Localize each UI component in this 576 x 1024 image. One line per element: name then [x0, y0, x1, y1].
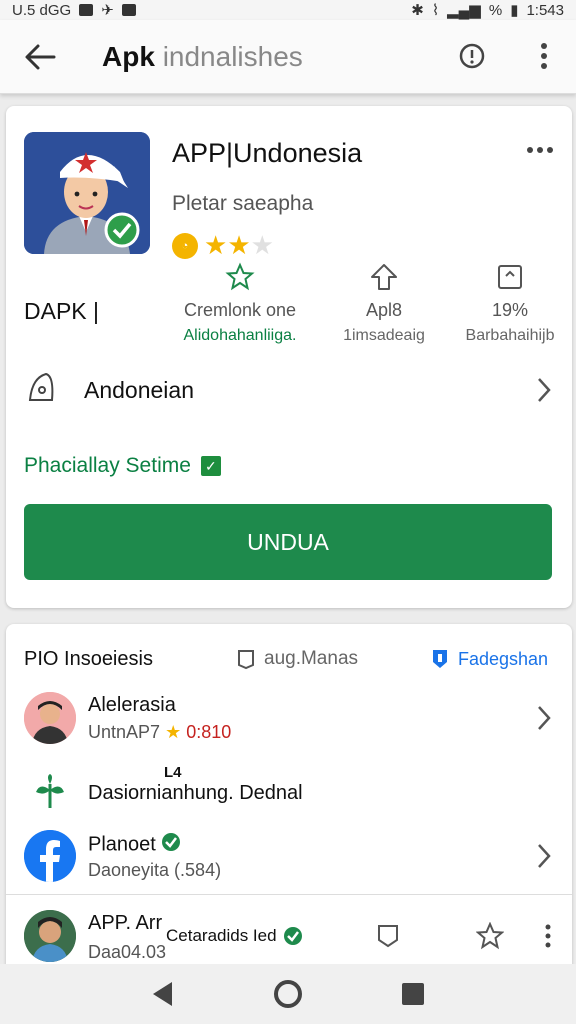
star-empty-icon: ★ — [250, 230, 274, 260]
system-nav-bar — [0, 964, 576, 1024]
list-item[interactable]: L4 Dasiornianhung. Dednal — [24, 764, 554, 814]
feature-text: Phaciallay Setime — [24, 454, 191, 477]
verified-icon — [161, 832, 181, 858]
chevron-right-icon — [534, 842, 554, 875]
nav-recents-icon[interactable] — [393, 974, 433, 1014]
stat-reviews: Cremlonk one Alidohahanliiga. — [170, 260, 310, 345]
feature-line: Phaciallay Setime ✓ — [24, 454, 221, 478]
list-item-rating: 0:810 — [186, 722, 232, 742]
notification-icon-2 — [121, 4, 136, 16]
back-arrow-icon[interactable] — [20, 37, 60, 77]
list-item-title: APP. Arr — [88, 912, 163, 934]
stat-percent-line1: 19% — [491, 300, 529, 320]
list-item-subtitle: Daoneyita (.584) — [88, 860, 222, 880]
nav-home-icon[interactable] — [268, 974, 308, 1014]
more-horiz-icon[interactable] — [524, 140, 556, 160]
signal-arrow-icon: ✈ — [101, 2, 114, 19]
section-link-label: Fadegshan — [458, 648, 549, 669]
stat-percent: 19% Barbahaihijb — [440, 260, 576, 345]
star-filled-icon: ★ — [227, 230, 251, 260]
star-outline-icon — [170, 260, 310, 294]
facebook-icon — [24, 830, 76, 882]
tag-outline-icon — [24, 370, 60, 411]
apk-label: DAPK | — [24, 298, 99, 324]
bluetooth-icon: ✱ — [411, 2, 424, 19]
list-item-tag-text: Cetaradids Ied — [166, 926, 277, 945]
clock: 1:543 — [526, 1, 564, 19]
leaf-icon — [32, 774, 68, 815]
list-item-tag: L4 — [164, 764, 182, 781]
install-button[interactable]: UNDUA — [24, 504, 552, 580]
verified-icon — [283, 927, 302, 945]
stat-size-line2: 1imsadeaig — [343, 327, 425, 344]
language-label: Andoneian — [84, 376, 194, 403]
notification-icon — [79, 4, 94, 16]
list-item-subtitle: UntnAP7 ★ 0:810 — [88, 722, 231, 743]
cellular-signal-icon: ▂▄▆ — [447, 2, 481, 19]
page-title: Apk indnalishes — [102, 41, 303, 73]
page-title-light: indnalishes — [162, 40, 303, 72]
framed-square-icon — [440, 260, 576, 294]
status-bar: U.5 dGG ✈ ✱ ⌇ ▂▄▆ % ▮ 1:543 — [0, 0, 576, 20]
language-row[interactable]: Andoneian — [24, 370, 554, 410]
star-filled-icon: ★ — [204, 230, 228, 260]
checkbox-icon: ✓ — [200, 456, 221, 476]
info-icon[interactable] — [456, 40, 488, 72]
battery-percent: % — [488, 1, 503, 19]
section-link[interactable]: Fadegshan — [430, 648, 548, 670]
overflow-menu-icon[interactable] — [530, 40, 558, 72]
section-filter[interactable]: aug.Manas — [236, 648, 358, 670]
app-name: APP|Undonesia — [172, 138, 363, 168]
app-icon — [24, 132, 150, 254]
shield-icon — [433, 650, 447, 668]
list-item-tag: Cetaradids Ied — [166, 926, 303, 946]
stat-reviews-line2: Alidohahanliiga. — [183, 327, 297, 344]
list-item[interactable]: Alelerasia UntnAP7 ★ 0:810 — [24, 690, 554, 746]
wifi-icon: ⌇ — [431, 2, 440, 19]
chevron-right-icon — [534, 376, 554, 409]
rating-badge-icon: ◔ — [172, 232, 198, 259]
rating-stars: ◔ ★★★ — [172, 232, 274, 259]
developer-name[interactable]: Pletar saeapha — [172, 192, 313, 216]
stat-reviews-line1: Cremlonk one — [183, 300, 297, 320]
avatar — [24, 692, 76, 744]
list-item-title: Alelerasia — [88, 694, 176, 716]
arrow-up-outline-icon — [314, 260, 454, 294]
divider — [6, 894, 572, 895]
star-outline-icon[interactable] — [475, 921, 505, 955]
list-item-title: Dasiornianhung. Dednal — [88, 782, 303, 804]
stat-percent-line2: Barbahaihijb — [465, 327, 555, 344]
list-item-title-text: Planoet — [88, 833, 156, 856]
list-item[interactable]: Planoet Daoneyita (.584) — [24, 828, 554, 884]
app-bar: Apk indnalishes — [0, 20, 576, 94]
section-filter-label: aug.Manas — [264, 648, 359, 669]
chevron-right-icon — [534, 704, 554, 737]
star-icon: ★ — [165, 722, 182, 742]
list-item-title: Planoet — [88, 832, 181, 858]
app-detail-card: APP|Undonesia Pletar saeapha ◔ ★★★ DAPK … — [6, 106, 572, 608]
list-item-subtitle-text: UntnAP7 — [88, 722, 161, 742]
avatar — [24, 910, 76, 962]
status-left-text: U.5 dGG — [12, 1, 72, 19]
page-title-bold: Apk — [102, 40, 155, 72]
bookmark-outline-icon[interactable] — [374, 922, 402, 955]
list-item-subtitle: Daa04.03 — [88, 942, 167, 962]
battery-icon: ▮ — [510, 2, 519, 19]
stat-size-line1: Apl8 — [365, 300, 403, 320]
tag-square-icon — [238, 650, 254, 670]
overflow-menu-icon[interactable] — [542, 922, 554, 955]
stat-size: Apl8 1imsadeaig — [314, 260, 454, 345]
list-item[interactable]: APP. Arr Daa04.03 Cetaradids Ied — [24, 908, 554, 964]
nav-back-icon[interactable] — [143, 974, 183, 1014]
section-title: PIO Insoeiesis — [24, 648, 153, 670]
